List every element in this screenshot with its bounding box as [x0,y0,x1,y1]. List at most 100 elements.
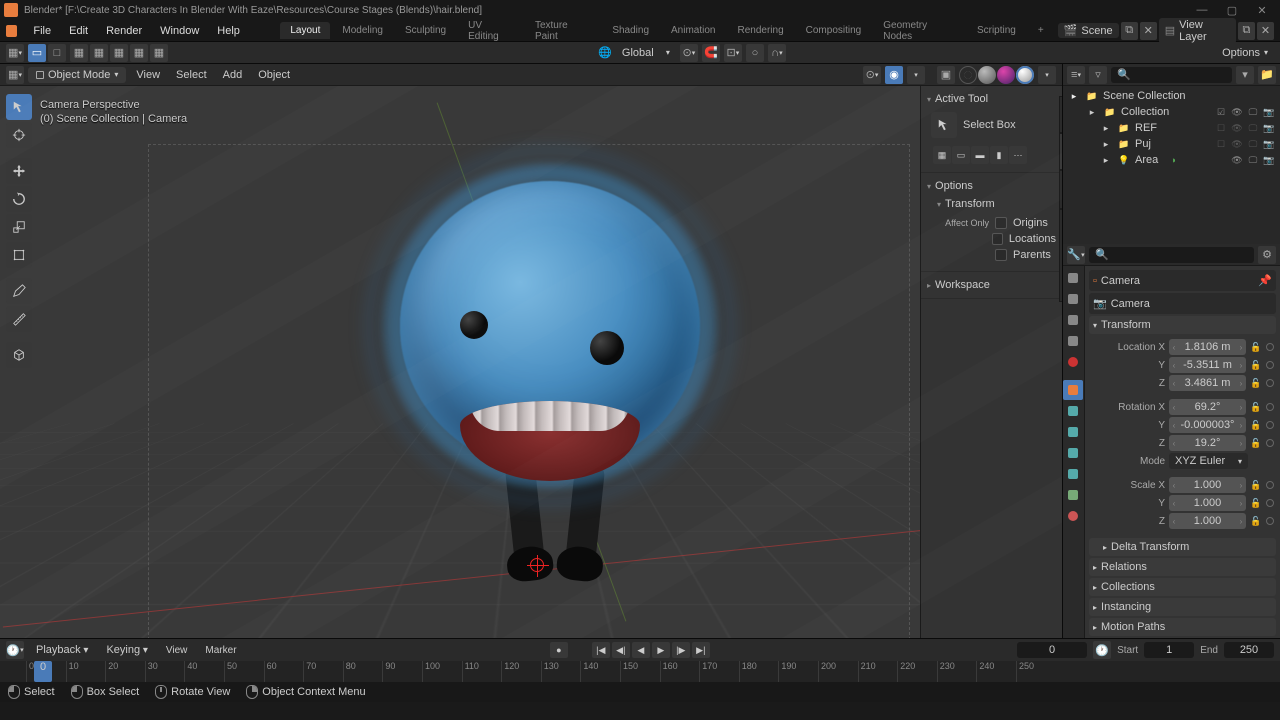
tl-menu-keying[interactable]: Keying ▾ [100,642,153,658]
lock-icon[interactable]: 🔓 [1250,378,1262,389]
tab-viewlayer-icon[interactable] [1063,310,1083,330]
tool-rotate[interactable] [6,186,32,212]
overlays-toggle-icon[interactable]: ◉ [885,66,903,84]
3d-viewport[interactable]: Camera Perspective (0) Scene Collection … [0,86,1062,638]
scale-z-field[interactable]: ‹1.000› [1169,513,1246,529]
vp-menu-object[interactable]: Object [252,67,296,83]
rotation-z-field[interactable]: ‹19.2°› [1169,435,1246,451]
tool-annotate[interactable] [6,278,32,304]
select-tweak-icon[interactable]: ▭ [28,44,46,62]
exclude-checkbox[interactable]: ☐ [1214,137,1228,151]
snap2-icon[interactable]: ▦ [90,44,108,62]
shading-wireframe-icon[interactable] [959,66,977,84]
minimize-button[interactable]: — [1188,1,1216,19]
disable-icon[interactable]: 🖵 [1246,137,1260,151]
tab-constraints-icon[interactable] [1063,464,1083,484]
new-scene-button[interactable]: ⧉ [1121,22,1138,40]
shading-options-icon[interactable]: ▾ [1038,66,1056,84]
snap3-icon[interactable]: ▦ [110,44,128,62]
overlays-menu-icon[interactable]: ▾ [907,66,925,84]
tool-select-box[interactable] [6,94,32,120]
exclude-checkbox[interactable]: ☐ [1214,121,1228,135]
tab-material-icon[interactable] [1063,506,1083,526]
workspace-tab-scripting[interactable]: Scripting [967,22,1026,39]
disable-icon[interactable]: 🖵 [1246,105,1260,119]
vp-menu-add[interactable]: Add [217,67,249,83]
tab-world-icon[interactable] [1063,352,1083,372]
tool-opt1-icon[interactable]: □ [48,44,66,62]
timeline-track[interactable]: 0 01020304050607080901001101201301401501… [0,661,1280,682]
workspace-tab-texpaint[interactable]: Texture Paint [525,17,600,45]
tool-measure[interactable] [6,306,32,332]
drag-x-icon[interactable]: ▭ [952,146,970,164]
outliner-display-icon[interactable]: ▿ [1089,66,1107,84]
snap4-icon[interactable]: ▦ [130,44,148,62]
rotation-y-field[interactable]: ‹-0.000003°› [1169,417,1246,433]
properties-search[interactable]: 🔍 [1089,247,1254,263]
close-button[interactable]: ✕ [1248,1,1276,19]
end-frame-field[interactable]: 250 [1224,642,1274,658]
keyframe-dot[interactable] [1266,517,1274,525]
disable-icon[interactable]: 🖵 [1246,121,1260,135]
outliner-search[interactable]: 🔍 [1111,67,1232,83]
n-tab-item[interactable]: Item [1059,96,1062,133]
jump-start-icon[interactable]: |◀ [592,642,610,658]
new-layer-button[interactable]: ⧉ [1238,22,1255,40]
outliner-new-collection-icon[interactable]: 📁 [1258,66,1276,84]
origins-checkbox[interactable] [995,217,1007,229]
properties-options-icon[interactable]: ⚙ [1258,246,1276,264]
tab-object-icon[interactable] [1063,380,1083,400]
location-z-field[interactable]: ‹3.4861 m› [1169,375,1246,391]
character-model[interactable] [380,181,720,611]
menu-file[interactable]: File [25,23,59,39]
keyframe-dot[interactable] [1266,379,1274,387]
start-frame-field[interactable]: 1 [1144,642,1194,658]
workspace-tab-geonodes[interactable]: Geometry Nodes [873,17,965,45]
workspace-tab-compositing[interactable]: Compositing [796,22,872,39]
snap-icon[interactable]: ▦ [70,44,88,62]
menu-window[interactable]: Window [152,23,207,39]
rotation-mode-select[interactable]: XYZ Euler▾ [1169,453,1248,469]
snap5-icon[interactable]: ▦ [150,44,168,62]
tl-menu-playback[interactable]: Playback ▾ [30,642,94,658]
play-icon[interactable]: ▶ [652,642,670,658]
keyframe-dot[interactable] [1266,481,1274,489]
outliner-item[interactable]: ▸ 📁 Puj ☐ 👁 🖵 📷 [1063,136,1280,152]
tab-data-icon[interactable] [1063,485,1083,505]
render-icon[interactable]: 📷 [1262,153,1276,167]
instancing-header[interactable]: ▸Instancing [1089,598,1276,616]
tab-render-icon[interactable] [1063,268,1083,288]
orientation-select[interactable]: Global▾ [616,45,676,61]
lock-icon[interactable]: 🔓 [1250,420,1262,431]
prop-falloff-icon[interactable]: ∩▾ [768,44,786,62]
options-header[interactable]: ▾Options [927,177,1056,195]
mode-selector[interactable]: Object Mode ▾ [28,67,126,83]
outliner-item[interactable]: ▸ 📁 Collection ☑ 👁 🖵 📷 [1063,104,1280,120]
disclosure-icon[interactable]: ▸ [1099,121,1113,135]
lock-icon[interactable]: 🔓 [1250,480,1262,491]
keyframe-dot[interactable] [1266,499,1274,507]
lock-icon[interactable]: 🔓 [1250,360,1262,371]
motion-paths-header[interactable]: ▸Motion Paths [1089,618,1276,636]
hide-icon[interactable]: 👁 [1230,137,1244,151]
hide-icon[interactable]: 👁 [1230,153,1244,167]
outliner-filter-icon[interactable]: ▾ [1236,66,1254,84]
parents-checkbox[interactable] [995,249,1007,261]
timeline-type-icon[interactable]: 🕐▾ [6,641,24,659]
snap-toggle-icon[interactable]: 🧲 [702,44,720,62]
render-icon[interactable]: 📷 [1262,105,1276,119]
object-name-field[interactable]: 📷 Camera [1089,293,1276,314]
shading-material-icon[interactable] [997,66,1015,84]
keyframe-prev-icon[interactable]: ◀| [612,642,630,658]
lock-icon[interactable]: 🔓 [1250,342,1262,353]
collections-header[interactable]: ▸Collections [1089,578,1276,596]
tool-scale[interactable] [6,214,32,240]
delta-transform-header[interactable]: ▸Delta Transform [1089,538,1276,556]
tab-scene-icon[interactable] [1063,331,1083,351]
outliner-item[interactable]: ▸ 📁 REF ☐ 👁 🖵 📷 [1063,120,1280,136]
delete-scene-button[interactable]: ✕ [1140,22,1157,40]
disclosure-icon[interactable]: ▸ [1099,153,1113,167]
transform-subheader[interactable]: ▾Transform [927,195,1056,213]
playhead[interactable]: 0 [34,661,52,682]
keyframe-dot[interactable] [1266,343,1274,351]
